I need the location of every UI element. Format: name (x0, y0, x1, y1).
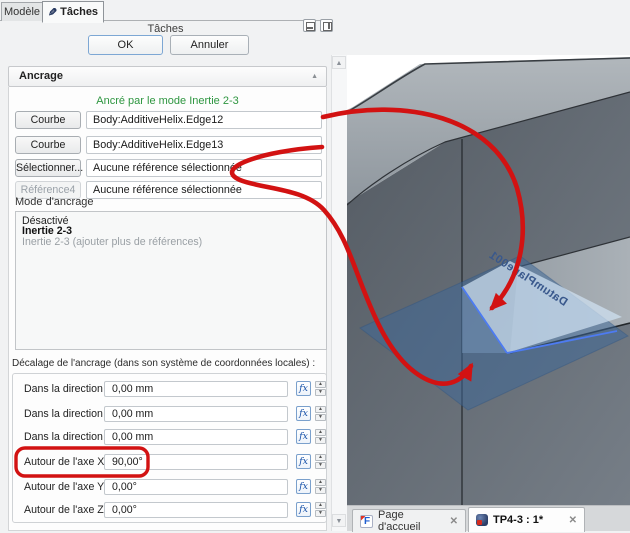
fx-button-axis-y[interactable]: fx (296, 479, 311, 494)
float-window-icon[interactable] (320, 19, 333, 32)
spin-up-icon[interactable]: ▲ (315, 454, 326, 461)
spinner-axis-x[interactable]: ▲▼ (315, 454, 326, 470)
spinner-dir-x[interactable]: ▲▼ (315, 381, 326, 397)
tab-document-label: TP4-3 : 1* (493, 514, 543, 526)
dir-y-field[interactable]: 0,00 mm (104, 406, 288, 422)
edge12-field[interactable]: Body:AdditiveHelix.Edge12 (86, 111, 322, 129)
spin-up-icon[interactable]: ▲ (315, 406, 326, 413)
tab-tasks-label: Tâches (60, 6, 98, 18)
fx-button-dir-y[interactable]: fx (296, 406, 311, 421)
offset-section-label: Décalage de l'ancrage (dans son système … (12, 358, 315, 369)
tab-model[interactable]: Modèle (1, 2, 43, 21)
scroll-up-icon[interactable]: ▲ (332, 56, 346, 69)
home-tab-icon: F (360, 515, 373, 528)
axis-x-label: Autour de l'axe X (24, 456, 104, 468)
fx-button-axis-z[interactable]: fx (296, 502, 311, 517)
fx-button-axis-x[interactable]: fx (296, 454, 311, 469)
dock-window-icon[interactable] (303, 19, 316, 32)
fx-button-dir-z[interactable]: fx (296, 429, 311, 444)
spin-down-icon[interactable]: ▼ (315, 487, 326, 494)
spin-up-icon[interactable]: ▲ (315, 479, 326, 486)
solid-model-canvas (347, 55, 630, 505)
axis-y-field[interactable]: 0,00° (104, 479, 288, 495)
pen-icon: ✎ (48, 6, 57, 19)
axis-z-field[interactable]: 0,00° (104, 502, 288, 518)
select-button[interactable]: Sélectionner... (15, 159, 81, 177)
dir-x-field[interactable]: 0,00 mm (104, 381, 288, 397)
spinner-dir-z[interactable]: ▲▼ (315, 429, 326, 445)
dir-z-label: Dans la direction Z (24, 431, 112, 443)
axis-y-label: Autour de l'axe Y (24, 481, 104, 493)
tab-home-label: Page d'accueil (378, 509, 445, 533)
cancel-button[interactable]: Annuler (170, 35, 249, 55)
spin-down-icon[interactable]: ▼ (315, 414, 326, 421)
axis-z-label: Autour de l'axe Z (24, 504, 104, 516)
dir-x-label: Dans la direction X (24, 383, 113, 395)
document-tab-bar: F Page d'accueil ✕ TP4-3 : 1* ✕ (347, 505, 630, 531)
panel-title: Tâches (0, 23, 331, 35)
spinner-dir-y[interactable]: ▲▼ (315, 406, 326, 422)
document-tab-icon (476, 514, 488, 526)
spin-up-icon[interactable]: ▲ (315, 429, 326, 436)
spinner-axis-z[interactable]: ▲▼ (315, 502, 326, 518)
ok-button[interactable]: OK (88, 35, 163, 55)
collapse-icon[interactable]: ▲ (311, 67, 318, 86)
mode-anchor-label: Mode d'ancrage (15, 196, 94, 208)
tab-tasks[interactable]: ✎ Tâches (42, 1, 104, 23)
fx-button-dir-x[interactable]: fx (296, 381, 311, 396)
dir-y-label: Dans la direction Y (24, 408, 113, 420)
mode-option-inertie-more[interactable]: Inertie 2-3 (ajouter plus de références) (22, 237, 326, 247)
dir-z-field[interactable]: 0,00 mm (104, 429, 288, 445)
spin-down-icon[interactable]: ▼ (315, 510, 326, 517)
scroll-down-icon[interactable]: ▼ (332, 514, 346, 527)
section-title: Ancrage (19, 70, 63, 82)
spinner-axis-y[interactable]: ▲▼ (315, 479, 326, 495)
edge13-field[interactable]: Body:AdditiveHelix.Edge13 (86, 136, 322, 154)
courbe-button-2[interactable]: Courbe (15, 136, 81, 154)
3d-viewport[interactable]: DatumPlane001 (347, 55, 630, 505)
tab-home[interactable]: F Page d'accueil ✕ (352, 509, 466, 532)
reference3-field[interactable]: Aucune référence sélectionnée (86, 159, 322, 177)
anchor-mode-listbox[interactable]: Désactivé Inertie 2-3 Inertie 2-3 (ajout… (15, 211, 327, 350)
reference4-field[interactable]: Aucune référence sélectionnée (86, 181, 322, 199)
section-header-ancrage[interactable]: Ancrage ▲ (8, 66, 327, 87)
courbe-button-1[interactable]: Courbe (15, 111, 81, 129)
spin-down-icon[interactable]: ▼ (315, 462, 326, 469)
close-icon[interactable]: ✕ (450, 516, 458, 527)
panel-scrollbar[interactable] (331, 55, 347, 531)
spin-up-icon[interactable]: ▲ (315, 502, 326, 509)
spin-down-icon[interactable]: ▼ (315, 389, 326, 396)
spin-up-icon[interactable]: ▲ (315, 381, 326, 388)
axis-x-field[interactable]: 90,00° (104, 454, 288, 470)
spin-down-icon[interactable]: ▼ (315, 437, 326, 444)
anchor-status-text: Ancré par le mode Inertie 2-3 (8, 95, 327, 107)
tab-document[interactable]: TP4-3 : 1* ✕ (468, 507, 585, 532)
close-icon[interactable]: ✕ (569, 515, 577, 526)
